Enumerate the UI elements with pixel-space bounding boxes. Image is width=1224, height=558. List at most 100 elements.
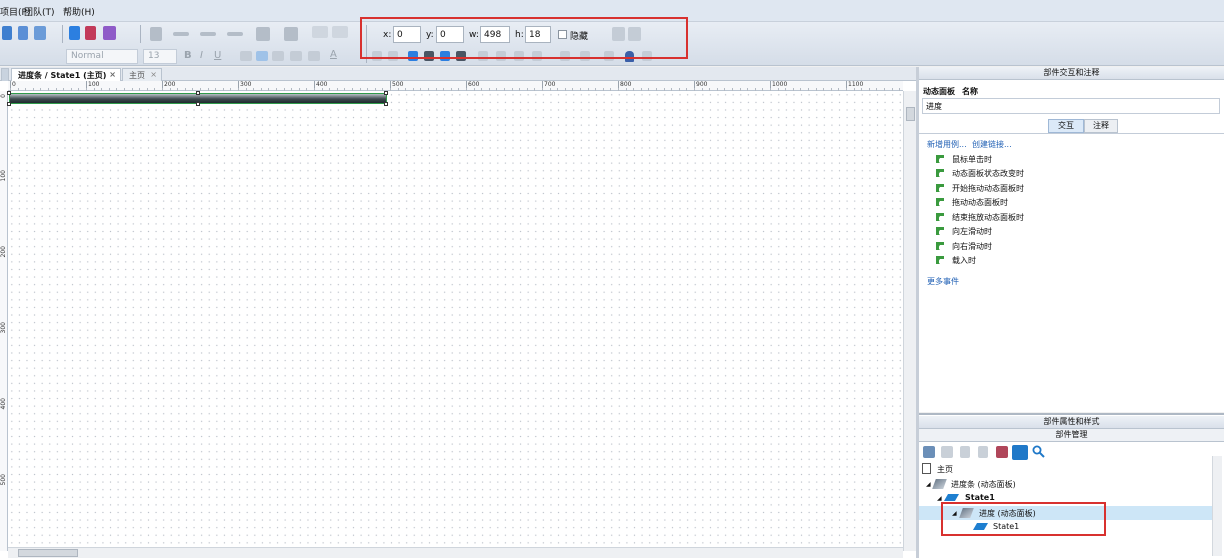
resize-handle[interactable] xyxy=(7,91,11,95)
menu-team[interactable]: 团队(T) xyxy=(24,5,55,18)
tree-label: State1 xyxy=(965,493,995,502)
resize-handle[interactable] xyxy=(384,102,388,106)
align-right-icon[interactable] xyxy=(272,51,284,61)
expand-arrow-icon[interactable]: ◢ xyxy=(937,495,942,502)
hidden-checkbox[interactable] xyxy=(558,30,567,39)
lock-icon[interactable] xyxy=(625,51,634,62)
group-icon[interactable] xyxy=(408,51,418,61)
w-field[interactable] xyxy=(480,26,510,43)
menu-help[interactable]: 帮助(H) xyxy=(63,5,95,18)
canvas-grid[interactable] xyxy=(8,91,903,549)
line-style-icon[interactable] xyxy=(200,32,216,36)
resize-handle[interactable] xyxy=(196,91,200,95)
vertical-scrollbar[interactable] xyxy=(903,91,917,551)
distribute-h-icon[interactable] xyxy=(478,51,488,61)
align-vcenter-icon[interactable] xyxy=(604,51,614,61)
tab-label: 进度条 / State1 (主页) xyxy=(18,71,107,80)
link-chain-icon[interactable] xyxy=(308,51,320,61)
unlock-icon[interactable] xyxy=(642,51,652,61)
tree-scrollbar[interactable] xyxy=(1212,456,1222,556)
event-label: 开始拖动动态面板时 xyxy=(952,184,1024,193)
ruler-tick-label: 700 xyxy=(544,81,556,88)
page-icon xyxy=(922,463,931,474)
event-icon xyxy=(935,241,945,251)
tab-home[interactable]: 主页 × xyxy=(122,68,162,81)
align-bottom-icon[interactable] xyxy=(514,51,524,61)
shadow-icon[interactable] xyxy=(284,27,298,41)
font-family-select[interactable]: Normal xyxy=(66,49,138,64)
italic-button[interactable]: I xyxy=(200,50,203,61)
x-field[interactable] xyxy=(393,26,421,43)
bullet-list-icon[interactable] xyxy=(290,51,302,61)
align-left-edge-icon[interactable] xyxy=(532,51,542,61)
expand-arrow-icon[interactable]: ◢ xyxy=(926,481,931,488)
close-icon[interactable]: × xyxy=(150,70,157,79)
align-top-icon[interactable] xyxy=(372,51,382,61)
more-events-link[interactable]: 更多事件 xyxy=(927,276,959,287)
delete-icon[interactable] xyxy=(996,446,1008,458)
align-middle-icon[interactable] xyxy=(388,51,398,61)
pen-icon[interactable] xyxy=(34,26,46,40)
search-icon[interactable] xyxy=(1032,445,1045,458)
publish-icon[interactable] xyxy=(103,26,116,40)
arrow-style-icon[interactable] xyxy=(227,32,243,36)
create-link[interactable]: 创建链接... xyxy=(972,139,1012,150)
connector-icon[interactable] xyxy=(18,26,28,40)
tab-scroll-left[interactable] xyxy=(1,68,9,81)
tab-interactions[interactable]: 交互 xyxy=(1048,119,1084,133)
resize-handle[interactable] xyxy=(384,91,388,95)
distribute-icon[interactable] xyxy=(332,26,348,38)
select-mode-icon[interactable] xyxy=(2,26,12,40)
design-canvas[interactable]: 0 100 200 300 400 500 600 700 800 900 1000 1100 0 10… xyxy=(0,81,917,558)
scroll-thumb[interactable] xyxy=(906,107,915,121)
resize-handle[interactable] xyxy=(7,102,11,106)
tab-notes[interactable]: 注释 xyxy=(1084,119,1118,133)
event-icon xyxy=(935,183,945,193)
duplicate-icon[interactable] xyxy=(941,446,953,458)
align-left-icon[interactable] xyxy=(240,51,252,61)
event-label: 结束拖放动态面板时 xyxy=(952,213,1024,222)
close-icon[interactable]: × xyxy=(109,70,116,79)
back-icon[interactable] xyxy=(456,51,466,61)
border-icon[interactable] xyxy=(150,27,162,41)
tab-progress-state1[interactable]: 进度条 / State1 (主页) × xyxy=(11,68,121,81)
align-right-edge-icon[interactable] xyxy=(580,51,590,61)
y-label: y: xyxy=(426,30,434,40)
line-weight-icon[interactable] xyxy=(173,32,189,36)
move-down-icon[interactable] xyxy=(978,446,988,458)
add-panel-icon[interactable] xyxy=(923,446,935,458)
add-case-link[interactable]: 新增用例... xyxy=(927,139,967,150)
align-center-icon[interactable] xyxy=(256,51,268,61)
fill-color-icon[interactable] xyxy=(256,27,270,41)
expand-arrow-icon[interactable]: ◢ xyxy=(952,510,957,517)
distribute-v-icon[interactable] xyxy=(496,51,506,61)
tree-label: State1 xyxy=(993,522,1020,531)
event-icon xyxy=(935,197,945,207)
bring-front-icon[interactable] xyxy=(612,27,625,41)
ruler-tick-label: 400 xyxy=(0,398,7,410)
front-icon[interactable] xyxy=(440,51,450,61)
tab-label: 主页 xyxy=(129,71,145,80)
widget-manager-title: 部件管理 xyxy=(919,429,1224,442)
align-center-edge-icon[interactable] xyxy=(560,51,570,61)
share-icon[interactable] xyxy=(85,26,96,40)
text-color-button[interactable]: A xyxy=(330,49,337,60)
w-label: w: xyxy=(469,30,479,40)
align-icon[interactable] xyxy=(312,26,328,38)
y-field[interactable] xyxy=(436,26,464,43)
play-preview-icon[interactable] xyxy=(69,26,80,40)
resize-handle[interactable] xyxy=(196,102,200,106)
move-up-icon[interactable] xyxy=(960,446,970,458)
scroll-thumb[interactable] xyxy=(18,549,78,557)
widget-name-field[interactable] xyxy=(922,98,1220,114)
horizontal-scrollbar[interactable] xyxy=(8,547,903,558)
font-size-select[interactable]: 13 xyxy=(143,49,177,64)
underline-button[interactable]: U xyxy=(214,50,221,61)
h-field[interactable] xyxy=(525,26,551,43)
filter-icon[interactable] xyxy=(1012,445,1028,460)
h-label: h: xyxy=(515,30,524,40)
ungroup-icon[interactable] xyxy=(424,51,434,61)
bold-button[interactable]: B xyxy=(184,50,192,61)
ruler-tick-label: 500 xyxy=(0,474,7,486)
send-back-icon[interactable] xyxy=(628,27,641,41)
